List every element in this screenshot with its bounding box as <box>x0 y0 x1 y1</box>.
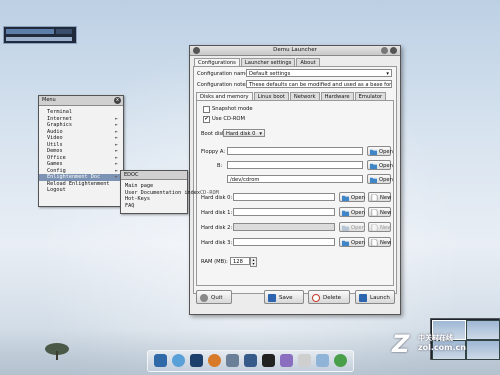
folder-open-icon <box>370 163 377 169</box>
root-menu: Menu x Terminal Internet ► Graphics ► Audi… <box>38 95 124 207</box>
desktop-mini-monitor[interactable] <box>3 26 77 44</box>
folder-open-icon <box>370 149 377 155</box>
floppy-b-input[interactable] <box>227 161 363 169</box>
launch-icon <box>359 294 367 302</box>
close-icon[interactable]: x <box>114 97 121 104</box>
submenu-item-faq[interactable]: FAQ <box>121 203 187 210</box>
watermark-letter: Z <box>392 330 410 358</box>
new-file-icon <box>371 224 378 231</box>
floppy-b-open-button[interactable]: Open <box>367 160 393 170</box>
config-notes-label: Configuration notes <box>197 82 249 88</box>
files-icon[interactable] <box>154 354 167 367</box>
hd3-new-button[interactable]: New <box>368 237 391 247</box>
disks-memory-panel: Snapshot mode ✔ Use CD-ROM Boot disk Har… <box>196 100 394 286</box>
dropdown-arrow-icon: ▾ <box>386 71 389 77</box>
watermark-site: zol.com.cn <box>418 343 466 352</box>
save-button[interactable]: Save <box>264 290 304 304</box>
terminal-icon[interactable] <box>190 354 203 367</box>
hd3-open-button[interactable]: Open <box>339 237 365 247</box>
folder-open-icon <box>342 210 349 216</box>
hd2-new-button: New <box>368 222 391 232</box>
hd1-label: Hard disk 1: <box>201 210 233 216</box>
network-icon[interactable] <box>334 354 347 367</box>
edoc-submenu: EDOC Main page User Documentation indexC… <box>120 170 219 214</box>
hd0-new-button[interactable]: New <box>368 192 391 202</box>
menu-item-logout[interactable]: Logout <box>39 187 123 194</box>
delete-icon <box>312 294 320 302</box>
dropdown-arrow-icon: ▾ <box>259 131 262 137</box>
snapshot-label: Snapshot mode <box>212 106 253 112</box>
window-titlebar[interactable]: Demu Launcher <box>190 46 400 56</box>
dock <box>147 350 354 372</box>
music-icon[interactable] <box>280 354 293 367</box>
folder-open-icon <box>370 177 377 183</box>
hd1-open-button[interactable]: Open <box>339 207 365 217</box>
hd2-input <box>233 223 335 231</box>
hd1-new-button[interactable]: New <box>368 207 391 217</box>
snapshot-checkbox[interactable] <box>203 106 210 113</box>
pager-desktop-2[interactable] <box>466 320 500 340</box>
close-icon[interactable] <box>390 47 397 54</box>
save-icon <box>268 294 276 302</box>
watermark: Z 中关村在线 zol.com.cn <box>392 330 466 358</box>
document-icon[interactable] <box>298 354 311 367</box>
tree-icon <box>45 343 69 360</box>
hd0-open-button[interactable]: Open <box>339 192 365 202</box>
new-file-icon <box>371 209 378 216</box>
ram-stepper[interactable]: ▴ ▾ <box>250 257 257 267</box>
demu-launcher-window: Demu Launcher Configurations Launcher se… <box>189 45 401 315</box>
hd1-input[interactable] <box>233 208 335 216</box>
folder-open-icon <box>342 225 349 231</box>
watermark-brand: 中关村在线 <box>418 334 453 342</box>
hd2-open-button: Open <box>339 222 365 232</box>
config-name-label: Configuration name <box>197 71 249 77</box>
floppy-b-label: B: <box>217 163 223 169</box>
firefox-icon[interactable] <box>208 354 221 367</box>
pager-desktop-4[interactable] <box>466 340 500 360</box>
hd3-label: Hard disk 3: <box>201 240 233 246</box>
hd0-input[interactable] <box>233 193 335 201</box>
ram-label: RAM (MB): <box>201 259 228 265</box>
boot-disk-label: Boot disk <box>201 131 226 137</box>
media-icon[interactable] <box>244 354 257 367</box>
cdrom-open-button[interactable]: Open <box>367 174 393 184</box>
drive-icon[interactable] <box>316 354 329 367</box>
config-notes-input[interactable]: These defaults can be modified and used … <box>246 80 392 88</box>
submenu-title: EDOC <box>121 171 187 180</box>
quit-icon <box>200 294 208 302</box>
floppy-a-input[interactable] <box>227 147 363 155</box>
config-name-combo[interactable]: Default settings ▾ <box>246 69 392 77</box>
launch-button[interactable]: Launch <box>355 290 395 304</box>
menu-title: Menu <box>39 96 123 106</box>
window-title: Demu Launcher <box>273 47 317 53</box>
delete-button[interactable]: Delete <box>308 290 350 304</box>
ram-spinbox[interactable]: 128 <box>230 257 250 265</box>
browser-icon[interactable] <box>172 354 185 367</box>
use-cdrom-checkbox[interactable]: ✔ <box>203 116 210 123</box>
new-file-icon <box>371 194 378 201</box>
floppy-a-label: Floppy A: <box>201 149 226 155</box>
window-menu-icon[interactable] <box>193 47 200 54</box>
minimize-icon[interactable] <box>381 47 388 54</box>
quit-button[interactable]: Quit <box>196 290 232 304</box>
folder-open-icon <box>342 195 349 201</box>
hd2-label: Hard disk 2: <box>201 225 233 231</box>
hd3-input[interactable] <box>233 238 335 246</box>
settings-icon[interactable] <box>226 354 239 367</box>
camera-icon[interactable] <box>262 354 275 367</box>
folder-open-icon <box>342 240 349 246</box>
use-cdrom-label: Use CD-ROM <box>212 116 245 122</box>
new-file-icon <box>371 239 378 246</box>
boot-disk-select[interactable]: Hard disk 0 ▾ <box>223 129 265 137</box>
configurations-panel: Configuration name Default settings ▾ Co… <box>193 66 397 294</box>
cdrom-input[interactable]: /dev/cdrom <box>227 175 363 183</box>
floppy-a-open-button[interactable]: Open <box>367 146 393 156</box>
